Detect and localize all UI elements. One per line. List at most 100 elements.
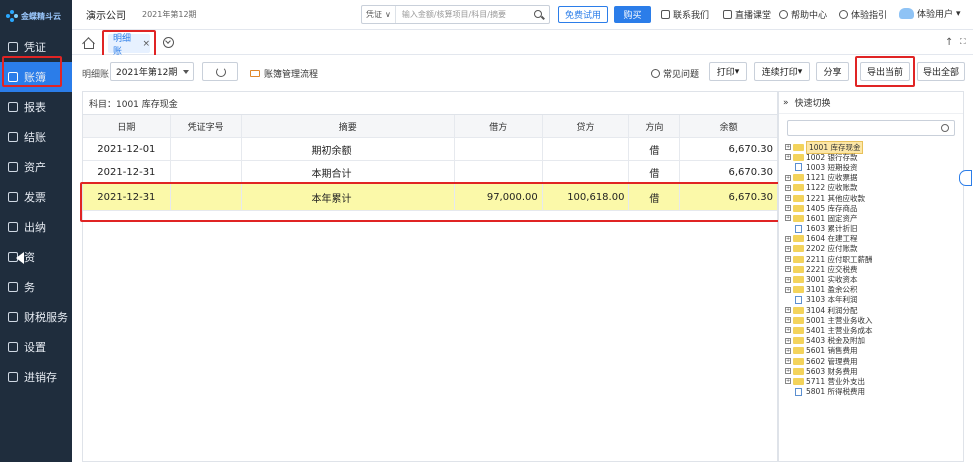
sidebar-item[interactable]: 出纳	[0, 212, 72, 242]
tree-item[interactable]: +3101 盈余公积	[785, 285, 963, 295]
sidebar-item[interactable]: 务	[0, 272, 72, 302]
cell-dir: 借	[629, 138, 681, 160]
feedback-side-tab[interactable]	[959, 170, 972, 186]
share-button[interactable]: 分享	[816, 62, 849, 81]
tree-item[interactable]: 5801 所得税费用	[785, 387, 963, 397]
tab-menu-icon[interactable]	[163, 37, 174, 48]
expand-icon[interactable]: +	[785, 327, 791, 334]
expand-icon[interactable]: +	[785, 307, 791, 314]
free-trial-button[interactable]: 免费试用	[558, 6, 608, 23]
global-search[interactable]: 凭证 ∨ 输入金额/核算项目/科目/摘要	[361, 5, 550, 24]
expand-icon[interactable]: +	[785, 337, 791, 344]
sidebar-item-label: 资产	[24, 161, 46, 174]
guide-link[interactable]: 体验指引	[839, 8, 887, 21]
sidebar-item-label: 凭证	[24, 41, 46, 54]
expand-icon[interactable]: +	[785, 256, 791, 263]
table-row[interactable]: 2021-12-01 期初余额 借 6,670.30	[83, 138, 777, 161]
contact-us-link[interactable]: 联系我们	[661, 8, 709, 21]
expand-icon[interactable]: +	[785, 276, 791, 283]
account-search-input[interactable]	[787, 120, 955, 136]
refresh-button[interactable]	[202, 62, 238, 81]
tree-item[interactable]: +5601 销售费用	[785, 346, 963, 356]
help-center-link[interactable]: 帮助中心	[779, 8, 827, 21]
search-type-select[interactable]: 凭证 ∨	[362, 6, 396, 23]
report-icon	[8, 102, 18, 112]
expand-icon[interactable]: +	[785, 368, 791, 375]
file-icon	[795, 224, 802, 233]
tree-item[interactable]: +5001 主营业务收入	[785, 315, 963, 325]
expand-icon[interactable]: +	[785, 245, 791, 252]
live-class-link[interactable]: 直播课堂	[723, 8, 771, 21]
tree-item[interactable]: +1122 应收账款	[785, 183, 963, 193]
faq-link[interactable]: 常见问题	[651, 67, 699, 80]
sidebar-collapse-icon[interactable]	[16, 252, 24, 264]
tree-item[interactable]: 1603 累计折旧	[785, 224, 963, 234]
tree-item[interactable]: 3103 本年利润	[785, 295, 963, 305]
guide-icon	[839, 10, 848, 19]
folder-icon	[793, 337, 804, 345]
tree-item[interactable]: +5403 税金及附加	[785, 336, 963, 346]
expand-icon[interactable]: +	[785, 184, 791, 191]
sidebar-item[interactable]: 进销存	[0, 362, 72, 392]
expand-icon[interactable]: +	[785, 195, 791, 202]
home-icon[interactable]	[82, 36, 94, 49]
period-select[interactable]: 2021年第12期	[110, 62, 194, 81]
sidebar-item-label: 财税服务	[24, 311, 68, 324]
tree-item[interactable]: +3001 实收资本	[785, 274, 963, 284]
expand-icon[interactable]: +	[785, 215, 791, 222]
expand-icon[interactable]: +	[785, 286, 791, 293]
expand-icon[interactable]: +	[785, 154, 791, 161]
tree-item[interactable]: +5603 财务费用	[785, 366, 963, 376]
scroll-top-icon[interactable]: ↑	[945, 37, 953, 48]
tree-item[interactable]: +1604 在建工程	[785, 234, 963, 244]
folder-icon	[793, 326, 804, 334]
print-button[interactable]: 打印 ▾	[709, 62, 747, 81]
sidebar-item[interactable]: 报表	[0, 92, 72, 122]
tree-item[interactable]: 1003 短期投资	[785, 162, 963, 172]
sidebar-item[interactable]: 结账	[0, 122, 72, 152]
tree-item[interactable]: +1121 应收票据	[785, 173, 963, 183]
sidebar-item[interactable]: 发票	[0, 182, 72, 212]
tree-item-label: 5801 所得税费用	[806, 387, 865, 397]
tree-item[interactable]: +1405 库存商品	[785, 203, 963, 213]
user-menu[interactable]: 体验用户 ▾	[899, 7, 961, 20]
export-all-button[interactable]: 导出全部	[917, 62, 965, 81]
sidebar-item[interactable]: 资	[0, 242, 72, 272]
tree-item[interactable]: +1601 固定资产	[785, 213, 963, 223]
ledger-process-video-link[interactable]: 账簿管理流程	[250, 67, 318, 80]
buy-button[interactable]: 购买	[614, 6, 651, 23]
quick-switch-panel: » 快速切换 +1001 库存现金 +1002 银行存款 1003 短期投资 +112…	[778, 91, 964, 462]
expand-icon[interactable]: +	[785, 347, 791, 354]
expand-icon[interactable]: +	[785, 358, 791, 365]
search-input[interactable]: 输入金额/核算项目/科目/摘要	[396, 9, 532, 20]
expand-icon[interactable]: +	[785, 235, 791, 242]
expand-icon[interactable]: +	[785, 144, 791, 151]
table-row[interactable]: 2021-12-31 本期合计 借 6,670.30	[83, 161, 777, 184]
fullscreen-icon[interactable]: ⛶	[960, 37, 966, 47]
expand-icon[interactable]: +	[785, 205, 791, 212]
sidebar-item[interactable]: 资产	[0, 152, 72, 182]
expand-icon[interactable]: +	[785, 266, 791, 273]
tree-item[interactable]: +2211 应付职工薪酬	[785, 254, 963, 264]
tree-item[interactable]: +1001 库存现金	[785, 140, 963, 154]
tree-item[interactable]: +1221 其他应收款	[785, 193, 963, 203]
company-name[interactable]: 演示公司	[86, 7, 126, 22]
tree-item[interactable]: +1002 银行存款	[785, 152, 963, 162]
double-chevron-icon[interactable]: »	[783, 98, 789, 108]
expand-icon[interactable]: +	[785, 378, 791, 385]
expand-icon[interactable]: +	[785, 317, 791, 324]
tree-item[interactable]: +2221 应交税费	[785, 264, 963, 274]
sidebar-item[interactable]: 财税服务	[0, 302, 72, 332]
expand-icon[interactable]: +	[785, 174, 791, 181]
batch-print-button[interactable]: 连续打印 ▾	[754, 62, 810, 81]
app-logo[interactable]: 金蝶精斗云	[0, 0, 72, 32]
tree-item[interactable]: +3104 利润分配	[785, 305, 963, 315]
tree-item[interactable]: +5602 管理费用	[785, 356, 963, 366]
sidebar-item[interactable]: 设置	[0, 332, 72, 362]
tree-item[interactable]: +2202 应付账款	[785, 244, 963, 254]
tree-item[interactable]: +5401 主营业务成本	[785, 325, 963, 335]
search-icon[interactable]	[532, 8, 546, 22]
col-credit: 贷方	[543, 115, 630, 137]
tree-item[interactable]: +5711 营业外支出	[785, 376, 963, 386]
detail-ledger-table: 科目：1001 库存现金 日期 凭证字号 摘要 借方 贷方 方向 余额 2021…	[82, 91, 778, 462]
